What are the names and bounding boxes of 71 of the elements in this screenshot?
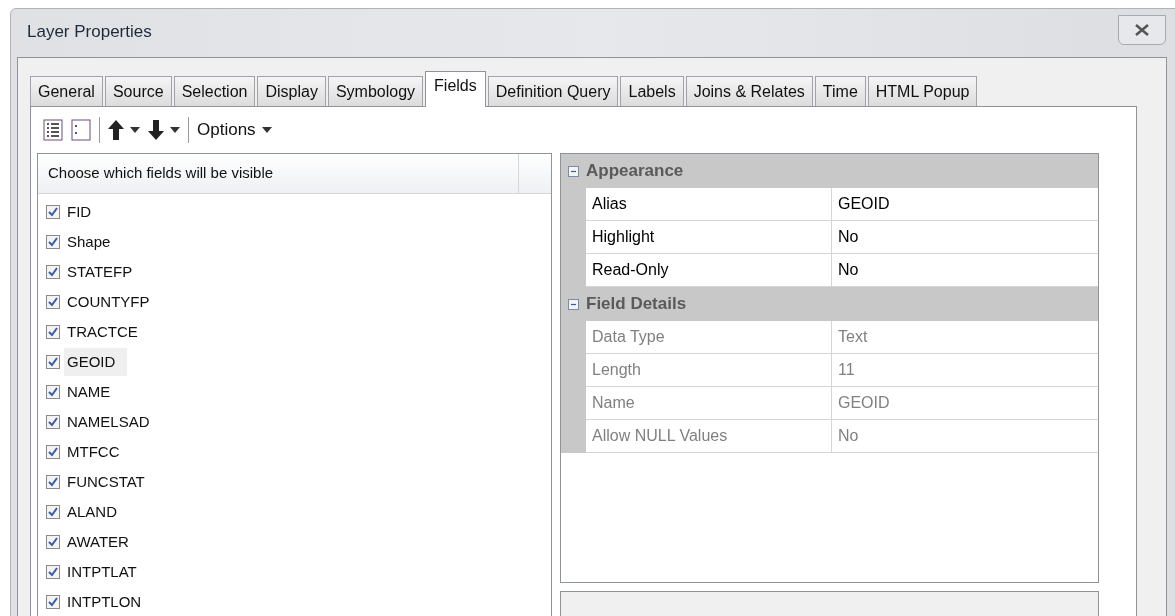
property-value[interactable]: No: [838, 225, 859, 249]
options-menu-button[interactable]: Options: [197, 117, 272, 143]
property-value: 11: [838, 360, 855, 380]
column-header: Choose which fields will be visible: [48, 163, 274, 184]
tab[interactable]: General: [30, 76, 103, 106]
property-name: Read-Only: [592, 260, 669, 280]
caret-icon: [170, 127, 180, 133]
field-name[interactable]: AWATER: [64, 527, 141, 557]
property-name: Highlight: [592, 227, 655, 247]
field-name[interactable]: FUNCSTAT: [64, 467, 157, 497]
tab[interactable]: Joins & Relates: [685, 76, 813, 106]
list-icon[interactable]: [43, 119, 63, 141]
field-name[interactable]: TRACTCE: [64, 317, 150, 347]
close-icon: [1135, 24, 1149, 36]
checkbox[interactable]: [46, 355, 60, 369]
field-name[interactable]: GEOID: [64, 347, 128, 377]
checkbox[interactable]: [46, 505, 60, 519]
checkbox[interactable]: [46, 595, 60, 609]
property-value: GEOID: [838, 393, 890, 413]
collapse-button[interactable]: [568, 298, 579, 310]
tab[interactable]: HTML Popup: [867, 76, 978, 106]
down-arrow-icon: [148, 120, 164, 140]
collapse-button[interactable]: [568, 165, 579, 177]
tab[interactable]: Selection: [173, 76, 256, 106]
empty-list-icon[interactable]: [71, 119, 91, 141]
field-name[interactable]: NAME: [64, 377, 123, 407]
checkbox[interactable]: [46, 475, 60, 489]
property-name: Data Type: [592, 327, 665, 347]
move-up-button[interactable]: [108, 120, 140, 140]
window-title: Layer Properties: [27, 21, 152, 44]
field-name[interactable]: FID: [64, 197, 104, 227]
field-name[interactable]: INTPTLON: [64, 587, 154, 616]
caret-icon: [261, 127, 272, 133]
close-button[interactable]: [1118, 15, 1166, 45]
category-title: Field Details: [586, 293, 687, 316]
tab[interactable]: Definition Query: [487, 76, 619, 106]
field-name[interactable]: INTPTLAT: [64, 557, 149, 587]
category-title: Appearance: [586, 160, 684, 183]
field-name[interactable]: STATEFP: [64, 257, 145, 287]
tab[interactable]: Fields: [425, 71, 486, 107]
property-name: Allow NULL Values: [592, 426, 728, 446]
caret-icon: [130, 127, 140, 133]
field-name[interactable]: MTFCC: [64, 437, 132, 467]
checkbox[interactable]: [46, 235, 60, 249]
tab[interactable]: Symbology: [327, 76, 424, 106]
checkbox[interactable]: [46, 295, 60, 309]
checkbox[interactable]: [46, 535, 60, 549]
checkbox[interactable]: [46, 205, 60, 219]
property-name: Alias: [592, 194, 627, 214]
field-name[interactable]: Shape: [64, 227, 123, 257]
checkbox[interactable]: [46, 565, 60, 579]
property-value: Text: [838, 327, 868, 347]
checkbox[interactable]: [46, 385, 60, 399]
field-name[interactable]: NAMELSAD: [64, 407, 162, 437]
field-name[interactable]: COUNTYFP: [64, 287, 162, 317]
property-name: Name: [592, 393, 635, 413]
move-down-button[interactable]: [148, 120, 180, 140]
property-value[interactable]: GEOID: [838, 192, 890, 216]
checkbox[interactable]: [46, 265, 60, 279]
tab[interactable]: Source: [104, 76, 172, 106]
checkbox[interactable]: [46, 445, 60, 459]
property-value[interactable]: No: [838, 258, 859, 282]
checkbox[interactable]: [46, 415, 60, 429]
up-arrow-icon: [108, 120, 124, 140]
tab[interactable]: Labels: [620, 76, 684, 106]
checkbox[interactable]: [46, 325, 60, 339]
tab[interactable]: Time: [814, 76, 866, 106]
property-name: Length: [592, 360, 641, 380]
tab[interactable]: Display: [257, 76, 326, 106]
property-value: No: [838, 426, 859, 446]
field-name[interactable]: ALAND: [64, 497, 130, 527]
